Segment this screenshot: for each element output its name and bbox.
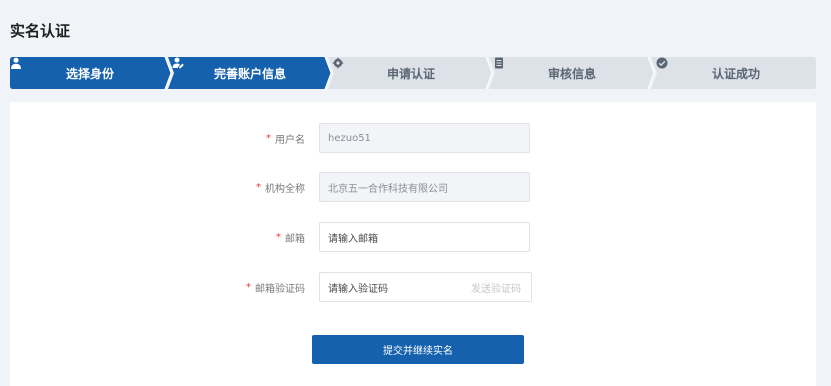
page-title: 实名认证 bbox=[10, 22, 71, 40]
step-label: 认证成功 bbox=[711, 66, 760, 81]
step-success[interactable]: 认证成功 bbox=[656, 57, 816, 89]
step-label: 完善账户信息 bbox=[213, 66, 286, 81]
send-code-button[interactable]: 发送验证码 bbox=[471, 273, 521, 301]
user-edit-icon bbox=[172, 57, 184, 69]
org-name-value: 北京五一合作科技有限公司 bbox=[328, 183, 448, 195]
step-select-identity[interactable]: 选择身份 bbox=[10, 57, 170, 89]
step-label: 审核信息 bbox=[547, 66, 596, 81]
email-code-row: * 邮箱验证码 请输入验证码 发送验证码 bbox=[10, 272, 816, 302]
username-label-text: 用户名 bbox=[275, 134, 305, 146]
document-icon bbox=[495, 57, 503, 69]
org-name-label-text: 机构全称 bbox=[265, 183, 305, 195]
email-label-text: 邮箱 bbox=[285, 233, 305, 245]
email-row: * 邮箱 请输入邮箱 bbox=[10, 222, 816, 252]
email-code-field[interactable]: 请输入验证码 发送验证码 bbox=[319, 272, 532, 302]
email-placeholder: 请输入邮箱 bbox=[328, 233, 378, 245]
email-code-label: * 邮箱验证码 bbox=[246, 272, 305, 302]
org-name-row: * 机构全称 北京五一合作科技有限公司 bbox=[10, 172, 816, 202]
org-name-label: * 机构全称 bbox=[256, 172, 305, 202]
gear-icon bbox=[332, 57, 344, 69]
step-label: 选择身份 bbox=[65, 66, 114, 81]
step-complete-account[interactable]: 完善账户信息 bbox=[172, 57, 328, 89]
org-name-field: 北京五一合作科技有限公司 bbox=[319, 172, 530, 202]
username-field: hezuo51 bbox=[319, 123, 530, 153]
email-code-label-text: 邮箱验证码 bbox=[255, 283, 305, 295]
progress-stepper: 选择身份 完善账户信息 申请认证 审核信息 认证成功 bbox=[10, 57, 816, 89]
step-review[interactable]: 审核信息 bbox=[493, 57, 651, 89]
username-value: hezuo51 bbox=[328, 132, 371, 144]
required-mark: * bbox=[276, 231, 281, 243]
step-apply[interactable]: 申请认证 bbox=[332, 57, 490, 89]
submit-button[interactable]: 提交并继续实名 bbox=[312, 335, 524, 364]
email-label: * 邮箱 bbox=[276, 222, 305, 252]
email-code-placeholder: 请输入验证码 bbox=[328, 283, 388, 295]
required-mark: * bbox=[256, 181, 261, 193]
required-mark: * bbox=[266, 132, 271, 144]
required-mark: * bbox=[246, 281, 251, 293]
username-label: * 用户名 bbox=[266, 123, 305, 153]
username-row: * 用户名 hezuo51 bbox=[10, 123, 816, 153]
email-field[interactable]: 请输入邮箱 bbox=[319, 222, 530, 252]
step-label: 申请认证 bbox=[386, 66, 435, 81]
user-icon bbox=[11, 57, 21, 69]
check-circle-icon bbox=[656, 57, 668, 69]
form-card: * 用户名 hezuo51 * 机构全称 北京五一合作科技有限公司 * 邮箱 请… bbox=[10, 102, 816, 386]
